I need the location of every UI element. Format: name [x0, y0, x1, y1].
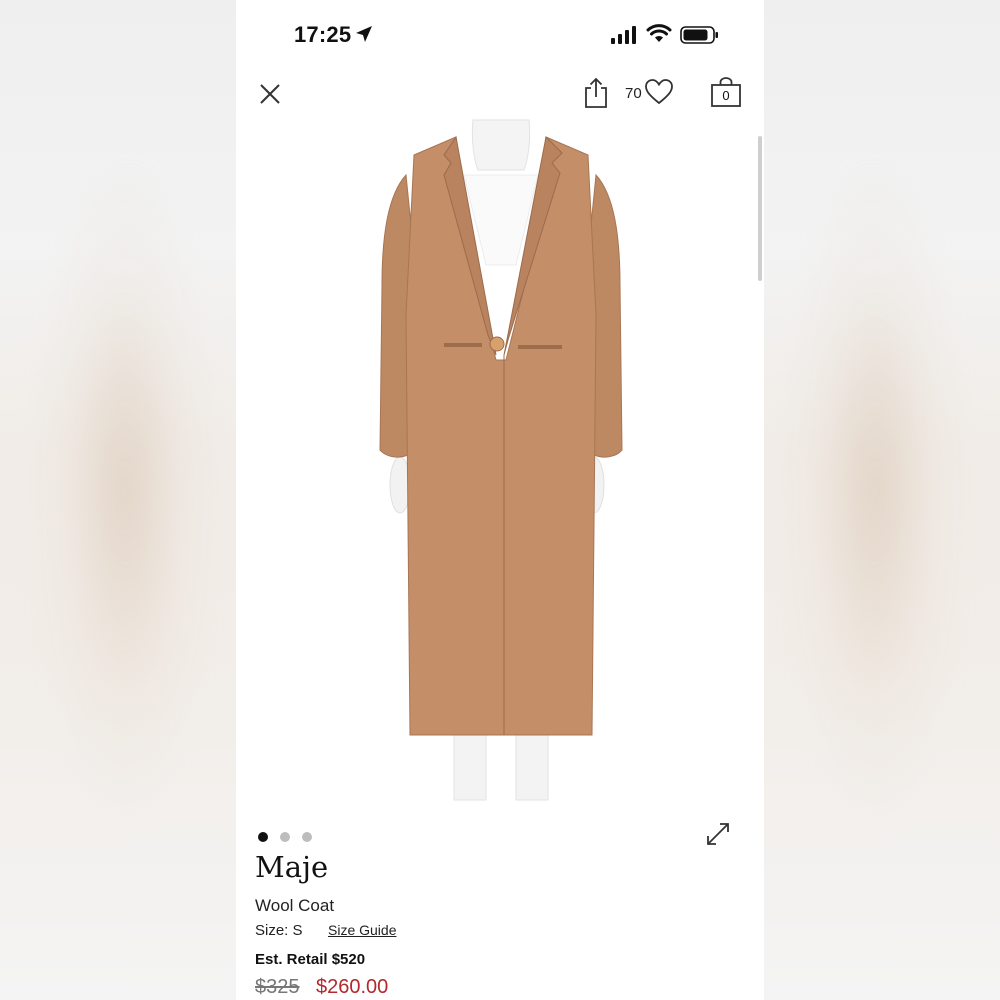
wifi-icon: [646, 24, 672, 42]
battery-icon: [680, 26, 718, 44]
likes-count: 70: [625, 85, 642, 102]
product-brand: Maje: [255, 850, 329, 884]
product-name: Wool Coat: [255, 896, 335, 915]
sale-price: $260.00: [316, 976, 389, 998]
cellular-signal-icon: [611, 26, 636, 44]
status-bar: 17:25: [236, 0, 764, 70]
heart-icon[interactable]: [644, 78, 674, 106]
carousel-dot-3[interactable]: [302, 832, 312, 842]
status-time: 17:25: [294, 22, 352, 47]
bag-count: 0: [722, 88, 730, 103]
expand-arrows-icon[interactable]: [704, 820, 732, 848]
size-label: Size: S: [255, 922, 303, 939]
est-retail-price: Est. Retail $520: [255, 951, 366, 968]
share-icon[interactable]: [582, 76, 610, 110]
carousel-dot-1[interactable]: [258, 832, 268, 842]
backdrop-right: [764, 0, 1000, 1000]
carousel-dot-2[interactable]: [280, 832, 290, 842]
size-guide-link[interactable]: Size Guide: [328, 922, 396, 938]
location-arrow-icon: [356, 26, 372, 42]
original-price: $325: [255, 976, 300, 998]
close-icon[interactable]: [256, 80, 284, 108]
phone-screen: 17:25 70 0 Maje Wool Coat Size: S Size G…: [236, 0, 764, 1000]
scroll-indicator[interactable]: [758, 136, 762, 281]
product-image[interactable]: [356, 115, 646, 805]
backdrop-left: [0, 0, 236, 1000]
